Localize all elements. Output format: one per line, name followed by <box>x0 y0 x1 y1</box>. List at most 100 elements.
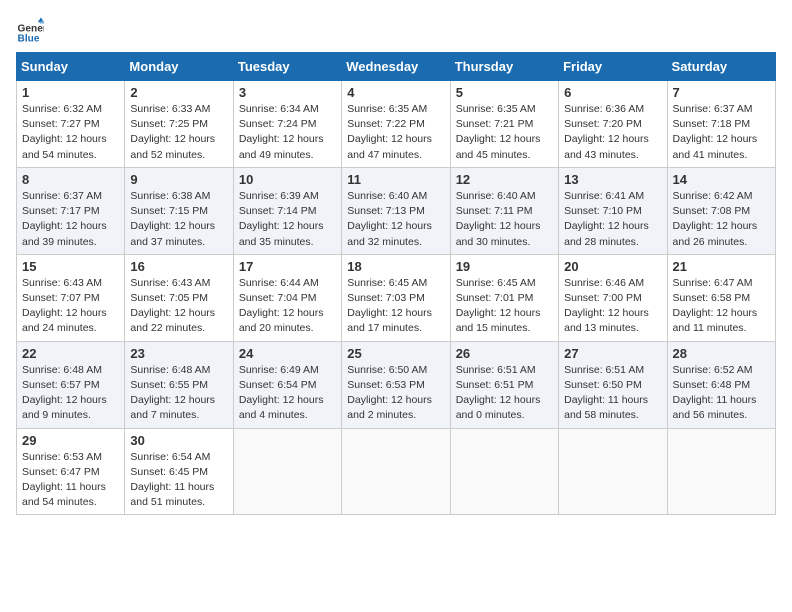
day-header-monday: Monday <box>125 53 233 81</box>
calendar-cell: 16Sunrise: 6:43 AM Sunset: 7:05 PM Dayli… <box>125 254 233 341</box>
calendar-cell <box>667 428 775 515</box>
day-number: 16 <box>130 259 227 274</box>
calendar-cell: 11 Sunrise: 6:40 AM Sunset: 7:13 PM Dayli… <box>342 167 450 254</box>
calendar-cell: 30 Sunrise: 6:54 AM Sunset: 6:45 PM Dayli… <box>125 428 233 515</box>
day-info: Sunrise: 6:36 AM Sunset: 7:20 PM Dayligh… <box>564 102 661 163</box>
calendar-cell: 10 Sunrise: 6:39 AM Sunset: 7:14 PM Dayli… <box>233 167 341 254</box>
week-row-3: 15 Sunrise: 6:43 AM Sunset: 7:07 PM Dayli… <box>17 254 776 341</box>
day-number: 11 <box>347 172 444 187</box>
day-number: 21 <box>673 259 770 274</box>
calendar-cell: 12 Sunrise: 6:40 AM Sunset: 7:11 PM Dayli… <box>450 167 558 254</box>
day-header-friday: Friday <box>559 53 667 81</box>
calendar-cell: 5 Sunrise: 6:35 AM Sunset: 7:21 PM Daylig… <box>450 81 558 168</box>
day-info: Sunrise: 6:35 AM Sunset: 7:21 PM Dayligh… <box>456 102 553 163</box>
calendar-cell: 3 Sunrise: 6:34 AM Sunset: 7:24 PM Daylig… <box>233 81 341 168</box>
calendar-cell: 25 Sunrise: 6:50 AM Sunset: 6:53 PM Dayli… <box>342 341 450 428</box>
day-info: Sunrise: 6:49 AM Sunset: 6:54 PM Dayligh… <box>239 363 336 424</box>
calendar-cell: 14 Sunrise: 6:42 AM Sunset: 7:08 PM Dayli… <box>667 167 775 254</box>
day-info: Sunrise: 6:51 AM Sunset: 6:50 PM Dayligh… <box>564 363 661 424</box>
day-info: Sunrise: 6:40 AM Sunset: 7:13 PM Dayligh… <box>347 189 444 250</box>
calendar-cell: 19 Sunrise: 6:45 AM Sunset: 7:01 PM Dayli… <box>450 254 558 341</box>
day-number: 19 <box>456 259 553 274</box>
day-info: Sunrise: 6:43 AM Sunset: 7:07 PM Dayligh… <box>22 276 119 337</box>
calendar-cell: 17 Sunrise: 6:44 AM Sunset: 7:04 PM Dayli… <box>233 254 341 341</box>
calendar-cell: 22 Sunrise: 6:48 AM Sunset: 6:57 PM Dayli… <box>17 341 125 428</box>
day-info: Sunrise: 6:38 AM Sunset: 7:15 PM Dayligh… <box>130 189 227 250</box>
day-number: 3 <box>239 85 336 100</box>
calendar-cell: 27 Sunrise: 6:51 AM Sunset: 6:50 PM Dayli… <box>559 341 667 428</box>
day-info: Sunrise: 6:33 AM Sunset: 7:25 PM Dayligh… <box>130 102 227 163</box>
calendar-cell: 2Sunrise: 6:33 AM Sunset: 7:25 PM Daylig… <box>125 81 233 168</box>
day-number: 14 <box>673 172 770 187</box>
day-info: Sunrise: 6:50 AM Sunset: 6:53 PM Dayligh… <box>347 363 444 424</box>
day-info: Sunrise: 6:42 AM Sunset: 7:08 PM Dayligh… <box>673 189 770 250</box>
day-header-saturday: Saturday <box>667 53 775 81</box>
calendar-cell: 29 Sunrise: 6:53 AM Sunset: 6:47 PM Dayli… <box>17 428 125 515</box>
day-info: Sunrise: 6:44 AM Sunset: 7:04 PM Dayligh… <box>239 276 336 337</box>
day-info: Sunrise: 6:52 AM Sunset: 6:48 PM Dayligh… <box>673 363 770 424</box>
day-number: 23 <box>130 346 227 361</box>
day-number: 5 <box>456 85 553 100</box>
week-row-1: 1 Sunrise: 6:32 AM Sunset: 7:27 PM Daylig… <box>17 81 776 168</box>
logo: General Blue <box>16 16 48 44</box>
day-number: 22 <box>22 346 119 361</box>
calendar-cell: 21Sunrise: 6:47 AM Sunset: 6:58 PM Dayli… <box>667 254 775 341</box>
calendar-cell: 20 Sunrise: 6:46 AM Sunset: 7:00 PM Dayli… <box>559 254 667 341</box>
day-number: 15 <box>22 259 119 274</box>
day-number: 13 <box>564 172 661 187</box>
calendar-cell <box>450 428 558 515</box>
calendar-cell: 18Sunrise: 6:45 AM Sunset: 7:03 PM Dayli… <box>342 254 450 341</box>
day-info: Sunrise: 6:39 AM Sunset: 7:14 PM Dayligh… <box>239 189 336 250</box>
calendar-cell: 23Sunrise: 6:48 AM Sunset: 6:55 PM Dayli… <box>125 341 233 428</box>
day-info: Sunrise: 6:54 AM Sunset: 6:45 PM Dayligh… <box>130 450 227 511</box>
day-number: 25 <box>347 346 444 361</box>
day-info: Sunrise: 6:46 AM Sunset: 7:00 PM Dayligh… <box>564 276 661 337</box>
day-number: 24 <box>239 346 336 361</box>
day-number: 17 <box>239 259 336 274</box>
calendar-cell: 13Sunrise: 6:41 AM Sunset: 7:10 PM Dayli… <box>559 167 667 254</box>
day-info: Sunrise: 6:35 AM Sunset: 7:22 PM Dayligh… <box>347 102 444 163</box>
week-row-4: 22 Sunrise: 6:48 AM Sunset: 6:57 PM Dayli… <box>17 341 776 428</box>
day-number: 20 <box>564 259 661 274</box>
day-number: 1 <box>22 85 119 100</box>
calendar-cell: 26 Sunrise: 6:51 AM Sunset: 6:51 PM Dayli… <box>450 341 558 428</box>
calendar-cell: 24 Sunrise: 6:49 AM Sunset: 6:54 PM Dayli… <box>233 341 341 428</box>
svg-text:Blue: Blue <box>18 34 40 44</box>
day-info: Sunrise: 6:32 AM Sunset: 7:27 PM Dayligh… <box>22 102 119 163</box>
day-header-thursday: Thursday <box>450 53 558 81</box>
day-info: Sunrise: 6:53 AM Sunset: 6:47 PM Dayligh… <box>22 450 119 511</box>
day-number: 10 <box>239 172 336 187</box>
calendar-cell: 7 Sunrise: 6:37 AM Sunset: 7:18 PM Daylig… <box>667 81 775 168</box>
day-number: 28 <box>673 346 770 361</box>
week-row-5: 29 Sunrise: 6:53 AM Sunset: 6:47 PM Dayli… <box>17 428 776 515</box>
day-info: Sunrise: 6:40 AM Sunset: 7:11 PM Dayligh… <box>456 189 553 250</box>
calendar-cell: 15 Sunrise: 6:43 AM Sunset: 7:07 PM Dayli… <box>17 254 125 341</box>
calendar-cell <box>342 428 450 515</box>
day-number: 7 <box>673 85 770 100</box>
calendar-table: SundayMondayTuesdayWednesdayThursdayFrid… <box>16 52 776 515</box>
calendar-cell <box>233 428 341 515</box>
day-number: 29 <box>22 433 119 448</box>
day-info: Sunrise: 6:37 AM Sunset: 7:17 PM Dayligh… <box>22 189 119 250</box>
day-header-wednesday: Wednesday <box>342 53 450 81</box>
calendar-cell: 6 Sunrise: 6:36 AM Sunset: 7:20 PM Daylig… <box>559 81 667 168</box>
day-info: Sunrise: 6:51 AM Sunset: 6:51 PM Dayligh… <box>456 363 553 424</box>
day-info: Sunrise: 6:37 AM Sunset: 7:18 PM Dayligh… <box>673 102 770 163</box>
day-info: Sunrise: 6:45 AM Sunset: 7:01 PM Dayligh… <box>456 276 553 337</box>
day-number: 6 <box>564 85 661 100</box>
calendar-cell: 4 Sunrise: 6:35 AM Sunset: 7:22 PM Daylig… <box>342 81 450 168</box>
day-number: 12 <box>456 172 553 187</box>
calendar-cell: 1 Sunrise: 6:32 AM Sunset: 7:27 PM Daylig… <box>17 81 125 168</box>
day-number: 26 <box>456 346 553 361</box>
day-number: 30 <box>130 433 227 448</box>
calendar-cell: 8Sunrise: 6:37 AM Sunset: 7:17 PM Daylig… <box>17 167 125 254</box>
day-info: Sunrise: 6:48 AM Sunset: 6:57 PM Dayligh… <box>22 363 119 424</box>
day-info: Sunrise: 6:34 AM Sunset: 7:24 PM Dayligh… <box>239 102 336 163</box>
calendar-cell <box>559 428 667 515</box>
day-number: 27 <box>564 346 661 361</box>
day-number: 9 <box>130 172 227 187</box>
day-header-tuesday: Tuesday <box>233 53 341 81</box>
day-number: 18 <box>347 259 444 274</box>
day-header-sunday: Sunday <box>17 53 125 81</box>
day-number: 4 <box>347 85 444 100</box>
